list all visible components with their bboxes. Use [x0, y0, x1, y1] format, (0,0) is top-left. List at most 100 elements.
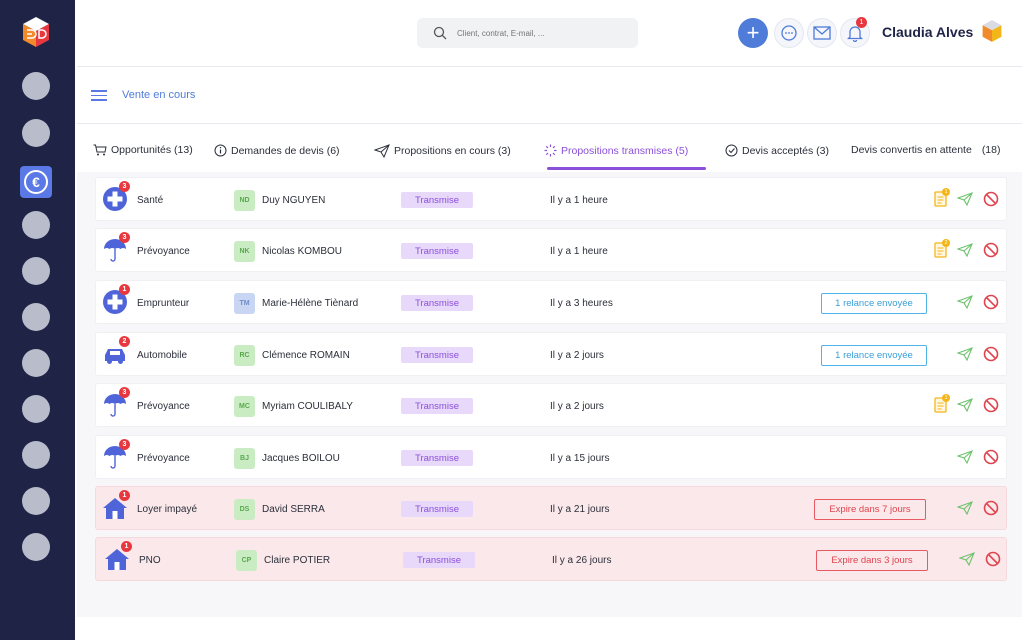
sidebar-item-9[interactable] — [22, 441, 50, 469]
product-count-badge: 3 — [119, 232, 130, 243]
client-cell[interactable]: CP Claire POTIER — [236, 538, 330, 582]
status-cell: Transmise — [401, 487, 473, 531]
product-name: Santé — [137, 194, 164, 206]
app-logo[interactable] — [18, 14, 54, 50]
cancel-button[interactable] — [982, 448, 1000, 466]
sidebar-item-6[interactable] — [22, 303, 50, 331]
user-name[interactable]: Claudia Alves — [882, 24, 973, 40]
user-avatar[interactable] — [979, 18, 1005, 44]
expiry-tag: Expire dans 7 jours — [814, 498, 926, 520]
resend-button[interactable] — [956, 448, 974, 466]
mail-button[interactable] — [807, 18, 837, 48]
cancel-button[interactable] — [982, 241, 1000, 259]
client-cell[interactable]: NK Nicolas KOMBOU — [234, 229, 342, 273]
forbidden-icon — [983, 500, 999, 516]
table-row[interactable]: 3 Prévoyance MC Myriam COULIBALY Transmi… — [95, 383, 1007, 427]
client-avatar: CP — [236, 549, 257, 571]
sidebar-item-7[interactable] — [22, 349, 50, 377]
resend-button[interactable] — [956, 396, 974, 414]
tag-cell: 1 relance envoyée — [821, 333, 927, 377]
hamburger-icon[interactable] — [91, 90, 107, 101]
tab-demandes-devis[interactable]: Demandes de devis (6) — [214, 144, 340, 157]
tab-devis-convertis[interactable]: Devis convertis en attente (18) — [851, 144, 1001, 156]
table-row[interactable]: 1 Emprunteur TM Marie-Hélène Tiènard Tra… — [95, 280, 1007, 324]
cancel-button[interactable] — [982, 190, 1000, 208]
elapsed-time: Il y a 2 jours — [550, 400, 604, 412]
table-row[interactable]: 2 Automobile RC Clémence ROMAIN Transmis… — [95, 332, 1007, 376]
tab-opportunites[interactable]: Opportunités (13) — [93, 144, 193, 156]
sidebar-item-5[interactable] — [22, 257, 50, 285]
document-button[interactable]: 2 — [931, 239, 950, 259]
sidebar-item-4[interactable] — [22, 211, 50, 239]
tab-propositions-transmises[interactable]: Propositions transmises (5) — [544, 144, 688, 157]
elapsed-time: Il y a 3 heures — [550, 297, 613, 309]
cart-icon — [93, 144, 107, 156]
table-row[interactable]: 1 PNO CP Claire POTIER Transmise Il y a … — [95, 537, 1007, 581]
client-cell[interactable]: DS David SERRA — [234, 487, 325, 531]
forbidden-icon — [983, 346, 999, 362]
client-cell[interactable]: RC Clémence ROMAIN — [234, 333, 350, 377]
add-button[interactable]: + — [738, 18, 768, 48]
search-icon — [433, 26, 447, 40]
product-name: Prévoyance — [137, 400, 190, 412]
tab-devis-acceptes[interactable]: Devis acceptés (3) — [725, 144, 829, 157]
client-cell[interactable]: ND Duy NGUYEN — [234, 178, 325, 222]
status-badge: Transmise — [401, 398, 473, 414]
loader-icon — [544, 144, 557, 157]
product-name: Prévoyance — [137, 452, 190, 464]
client-cell[interactable]: BJ Jacques BOILOU — [234, 436, 340, 480]
document-button[interactable]: 1 — [931, 394, 950, 414]
sidebar-item-2[interactable] — [22, 119, 50, 147]
product-count-badge: 3 — [119, 439, 130, 450]
status-cell: Transmise — [401, 178, 473, 222]
resend-button[interactable] — [956, 293, 974, 311]
sidebar-item-sales[interactable]: € — [20, 166, 52, 198]
client-name: Claire POTIER — [264, 554, 331, 566]
tab-propositions-en-cours[interactable]: Propositions en cours (3) — [374, 144, 511, 158]
cancel-button[interactable] — [982, 293, 1000, 311]
elapsed-time: Il y a 2 jours — [550, 349, 604, 361]
resend-button[interactable] — [956, 499, 974, 517]
euro-icon: € — [24, 170, 48, 194]
table-row[interactable]: 1 Loyer impayé DS David SERRA Transmise … — [95, 486, 1007, 530]
client-avatar: MC — [234, 395, 255, 417]
product-name: Prévoyance — [137, 245, 190, 257]
sidebar-item-10[interactable] — [22, 487, 50, 515]
client-cell[interactable]: TM Marie-Hélène Tiènard — [234, 281, 358, 325]
cancel-button[interactable] — [982, 396, 1000, 414]
sidebar-item-8[interactable] — [22, 395, 50, 423]
tag-cell: Expire dans 7 jours — [814, 487, 926, 531]
cancel-button[interactable] — [984, 550, 1002, 568]
tag-cell: Expire dans 3 jours — [816, 538, 928, 582]
client-avatar: NK — [234, 240, 255, 262]
search-bar[interactable] — [417, 18, 638, 48]
cancel-button[interactable] — [982, 345, 1000, 363]
expiry-tag: Expire dans 3 jours — [816, 549, 928, 571]
resend-button[interactable] — [958, 550, 976, 568]
search-input[interactable] — [457, 28, 607, 38]
table-row[interactable]: 3 Prévoyance BJ Jacques BOILOU Transmise… — [95, 435, 1007, 479]
resend-button[interactable] — [956, 241, 974, 259]
product-count-badge: 2 — [119, 336, 130, 347]
product-name: PNO — [139, 554, 161, 566]
product-count-badge: 3 — [119, 387, 130, 398]
status-badge: Transmise — [401, 501, 473, 517]
resend-button[interactable] — [956, 345, 974, 363]
tab-bar: Opportunités (13) Demandes de devis (6) … — [77, 134, 1022, 172]
sidebar-item-11[interactable] — [22, 533, 50, 561]
document-button[interactable]: 1 — [931, 188, 950, 208]
reminder-tag: 1 relance envoyée — [821, 344, 927, 366]
tab-label: Demandes de devis (6) — [231, 144, 340, 157]
client-cell[interactable]: MC Myriam COULIBALY — [234, 384, 353, 428]
send-icon — [374, 144, 390, 158]
sidebar-item-1[interactable] — [22, 72, 50, 100]
table-row[interactable]: 3 Santé ND Duy NGUYEN Transmise Il y a 1… — [95, 177, 1007, 221]
notifications-button[interactable]: 1 — [840, 17, 870, 48]
cancel-button[interactable] — [982, 499, 1000, 517]
send-icon — [957, 450, 973, 464]
resend-button[interactable] — [956, 190, 974, 208]
chat-button[interactable] — [774, 18, 804, 48]
table-row[interactable]: 3 Prévoyance NK Nicolas KOMBOU Transmise… — [95, 228, 1007, 272]
client-name: Marie-Hélène Tiènard — [262, 297, 359, 309]
tab-label: Devis acceptés (3) — [742, 144, 829, 157]
